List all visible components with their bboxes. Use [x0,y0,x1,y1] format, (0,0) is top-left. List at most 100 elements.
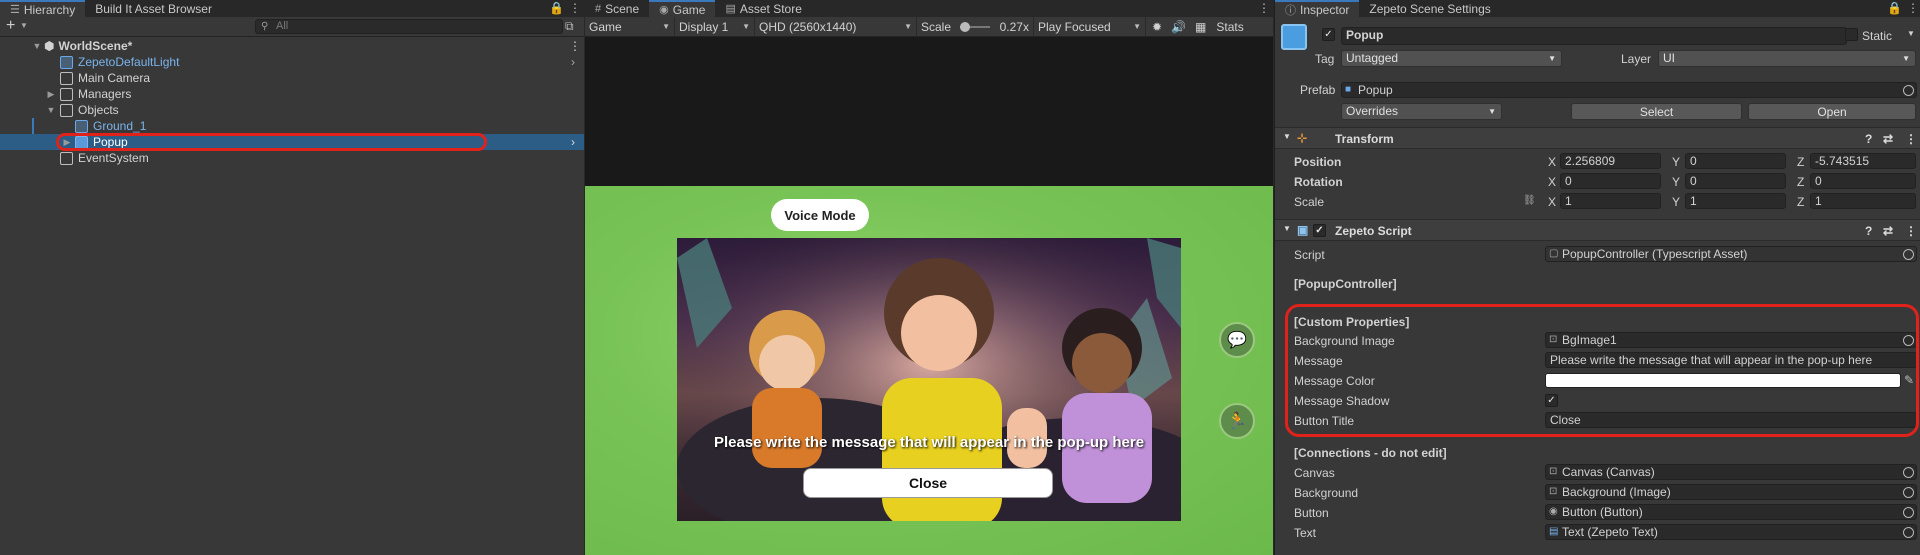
rotation-y-field[interactable]: 0 [1685,173,1786,189]
layer-dropdown[interactable]: UI ▼ [1658,50,1916,67]
prefab-icon [75,119,88,133]
popup-close-button[interactable]: Close [803,468,1053,498]
help-icon[interactable]: ? [1865,132,1872,146]
grid-icon: # [595,2,602,15]
object-picker-icon[interactable] [1903,507,1914,518]
object-picker-icon[interactable] [1903,249,1914,260]
scale-slider[interactable]: Scale 0.27x [917,16,1034,37]
position-x-field[interactable]: 2.256809 [1560,153,1661,169]
presets-icon[interactable]: ⇄ [1883,132,1893,146]
background-field[interactable]: ⊡ Background (Image) [1545,484,1917,500]
slider-track[interactable] [960,21,991,32]
script-row: Script ▢ PopupController (Typescript Ass… [1275,245,1920,265]
button-component-icon: ◉ [1549,506,1558,517]
list-item[interactable]: Main Camera [0,70,584,86]
object-name-field[interactable]: Popup [1341,27,1847,45]
expand-arrow-icon[interactable]: ▼ [1283,132,1291,141]
class-header: [PopupController] [1294,277,1397,291]
view-dropdown[interactable]: Game ▼ [585,16,675,37]
chat-icon[interactable]: 💬 [1219,322,1255,358]
list-item[interactable]: ▼ Objects [0,102,584,118]
expand-arrow-icon[interactable]: ▶ [46,89,56,100]
scale-z-field[interactable]: 1 [1810,193,1916,209]
link-icon[interactable]: ⛓ [1523,195,1536,206]
lock-icon[interactable]: 🔒 [549,1,564,15]
game-tabbar: # Scene ◉ Game ▤ Asset Store [585,0,1273,17]
prefab-field[interactable]: ■ Popup [1341,82,1917,98]
tab-scene[interactable]: # Scene [585,0,649,17]
object-picker-icon[interactable] [1903,527,1914,538]
script-field[interactable]: ▢ PopupController (Typescript Asset) [1545,246,1917,262]
object-picker-icon[interactable] [1903,467,1914,478]
tag-dropdown[interactable]: Untagged ▼ [1341,50,1562,67]
kebab-menu-icon[interactable]: ⋮ [1907,1,1919,15]
tab-zepeto-scene-settings[interactable]: Zepeto Scene Settings [1359,0,1500,17]
list-item[interactable]: ZepetoDefaultLight › [0,54,584,70]
connection-row: Canvas ⊡ Canvas (Canvas) [1275,463,1920,483]
game-viewport[interactable]: Please write the message that will appea… [585,186,1273,555]
expand-arrow-icon[interactable]: ▼ [46,105,56,115]
kebab-menu-icon[interactable]: ⋮ [1905,132,1917,146]
open-button[interactable]: Open [1748,103,1916,120]
list-item[interactable]: ▶ Managers [0,86,584,102]
position-z-field[interactable]: -5.743515 [1810,153,1916,169]
caret-down-icon[interactable]: ▼ [1907,29,1915,38]
tab-inspector[interactable]: ⓘ Inspector [1275,0,1360,17]
overrides-dropdown[interactable]: Overrides ▼ [1341,103,1502,120]
kebab-menu-icon[interactable]: ⋮ [569,1,581,15]
static-checkbox[interactable] [1845,28,1858,41]
kebab-menu-icon[interactable]: ⋮ [1905,224,1917,238]
display-dropdown[interactable]: Display 1 ▼ [675,16,755,37]
expand-arrow-icon[interactable]: ▼ [1283,224,1291,233]
chevron-right-icon[interactable]: › [571,135,575,149]
voice-mode-button[interactable]: Voice Mode [771,199,869,231]
connection-row: Button ◉ Button (Button) [1275,503,1920,523]
canvas-field[interactable]: ⊡ Canvas (Canvas) [1545,464,1917,480]
list-item[interactable]: ▼ ⬢ WorldScene* ⋮ [0,38,584,54]
mute-audio-icon[interactable]: 🔊 [1171,20,1186,34]
search-input[interactable]: ⚲ All [255,19,563,34]
help-icon[interactable]: ? [1865,224,1872,238]
tab-build-it-asset-browser[interactable]: Build It Asset Browser [85,0,222,17]
transform-header[interactable]: ▼ ⊹ Transform ? ⇄ ⋮ [1275,127,1920,149]
popup-background-image: Please write the message that will appea… [677,238,1181,521]
resolution-dropdown[interactable]: QHD (2560x1440) ▼ [755,16,917,37]
position-y-field[interactable]: 0 [1685,153,1786,169]
lock-icon[interactable]: 🔒 [1887,1,1902,15]
chevron-down-icon[interactable]: ▼ [20,21,28,30]
gizmos-icon[interactable]: ▦ [1195,20,1206,34]
tab-game[interactable]: ◉ Game [649,0,716,17]
rotation-x-field[interactable]: 0 [1560,173,1661,189]
chevron-right-icon[interactable]: › [571,55,575,69]
tab-hierarchy[interactable]: ☰ Hierarchy [0,0,86,17]
scene-visibility-icon[interactable]: ⧉ [565,19,574,34]
zepeto-script-header[interactable]: ▼ ▣ ✓ Zepeto Script ? ⇄ ⋮ [1275,219,1920,241]
active-checkbox[interactable]: ✓ [1322,28,1335,41]
list-item[interactable]: EventSystem [0,150,584,166]
list-item[interactable]: Ground_1 [0,118,584,134]
select-button[interactable]: Select [1571,103,1742,120]
game-toolbar: Game ▼ Display 1 ▼ QHD (2560x1440) ▼ Scale … [585,16,1273,37]
layer-label: Layer [1621,52,1652,66]
kebab-menu-icon[interactable]: ⋮ [1258,1,1270,15]
play-mode-dropdown[interactable]: Play Focused ▼ [1034,16,1146,37]
object-picker-icon[interactable] [1903,487,1914,498]
add-button[interactable]: + [6,17,15,35]
text-field[interactable]: ▤ Text (Zepeto Text) [1545,524,1917,540]
scale-x-field[interactable]: 1 [1560,193,1661,209]
presets-icon[interactable]: ⇄ [1883,224,1893,238]
enabled-checkbox[interactable]: ✓ [1313,224,1326,237]
typescript-icon: ▢ [1549,248,1559,259]
info-icon: ⓘ [1285,4,1296,17]
button-field[interactable]: ◉ Button (Button) [1545,504,1917,520]
gesture-icon[interactable]: 🏃 [1219,403,1255,439]
stats-button[interactable]: Stats [1216,20,1243,34]
bug-icon[interactable]: ✹ [1152,20,1162,34]
expand-arrow-icon[interactable]: ▼ [32,41,42,51]
kebab-menu-icon[interactable]: ⋮ [569,39,581,53]
rotation-z-field[interactable]: 0 [1810,173,1916,189]
scale-y-field[interactable]: 1 [1685,193,1786,209]
tab-asset-store[interactable]: ▤ Asset Store [715,0,811,17]
slider-handle[interactable] [960,21,971,32]
object-picker-icon[interactable] [1903,85,1914,96]
